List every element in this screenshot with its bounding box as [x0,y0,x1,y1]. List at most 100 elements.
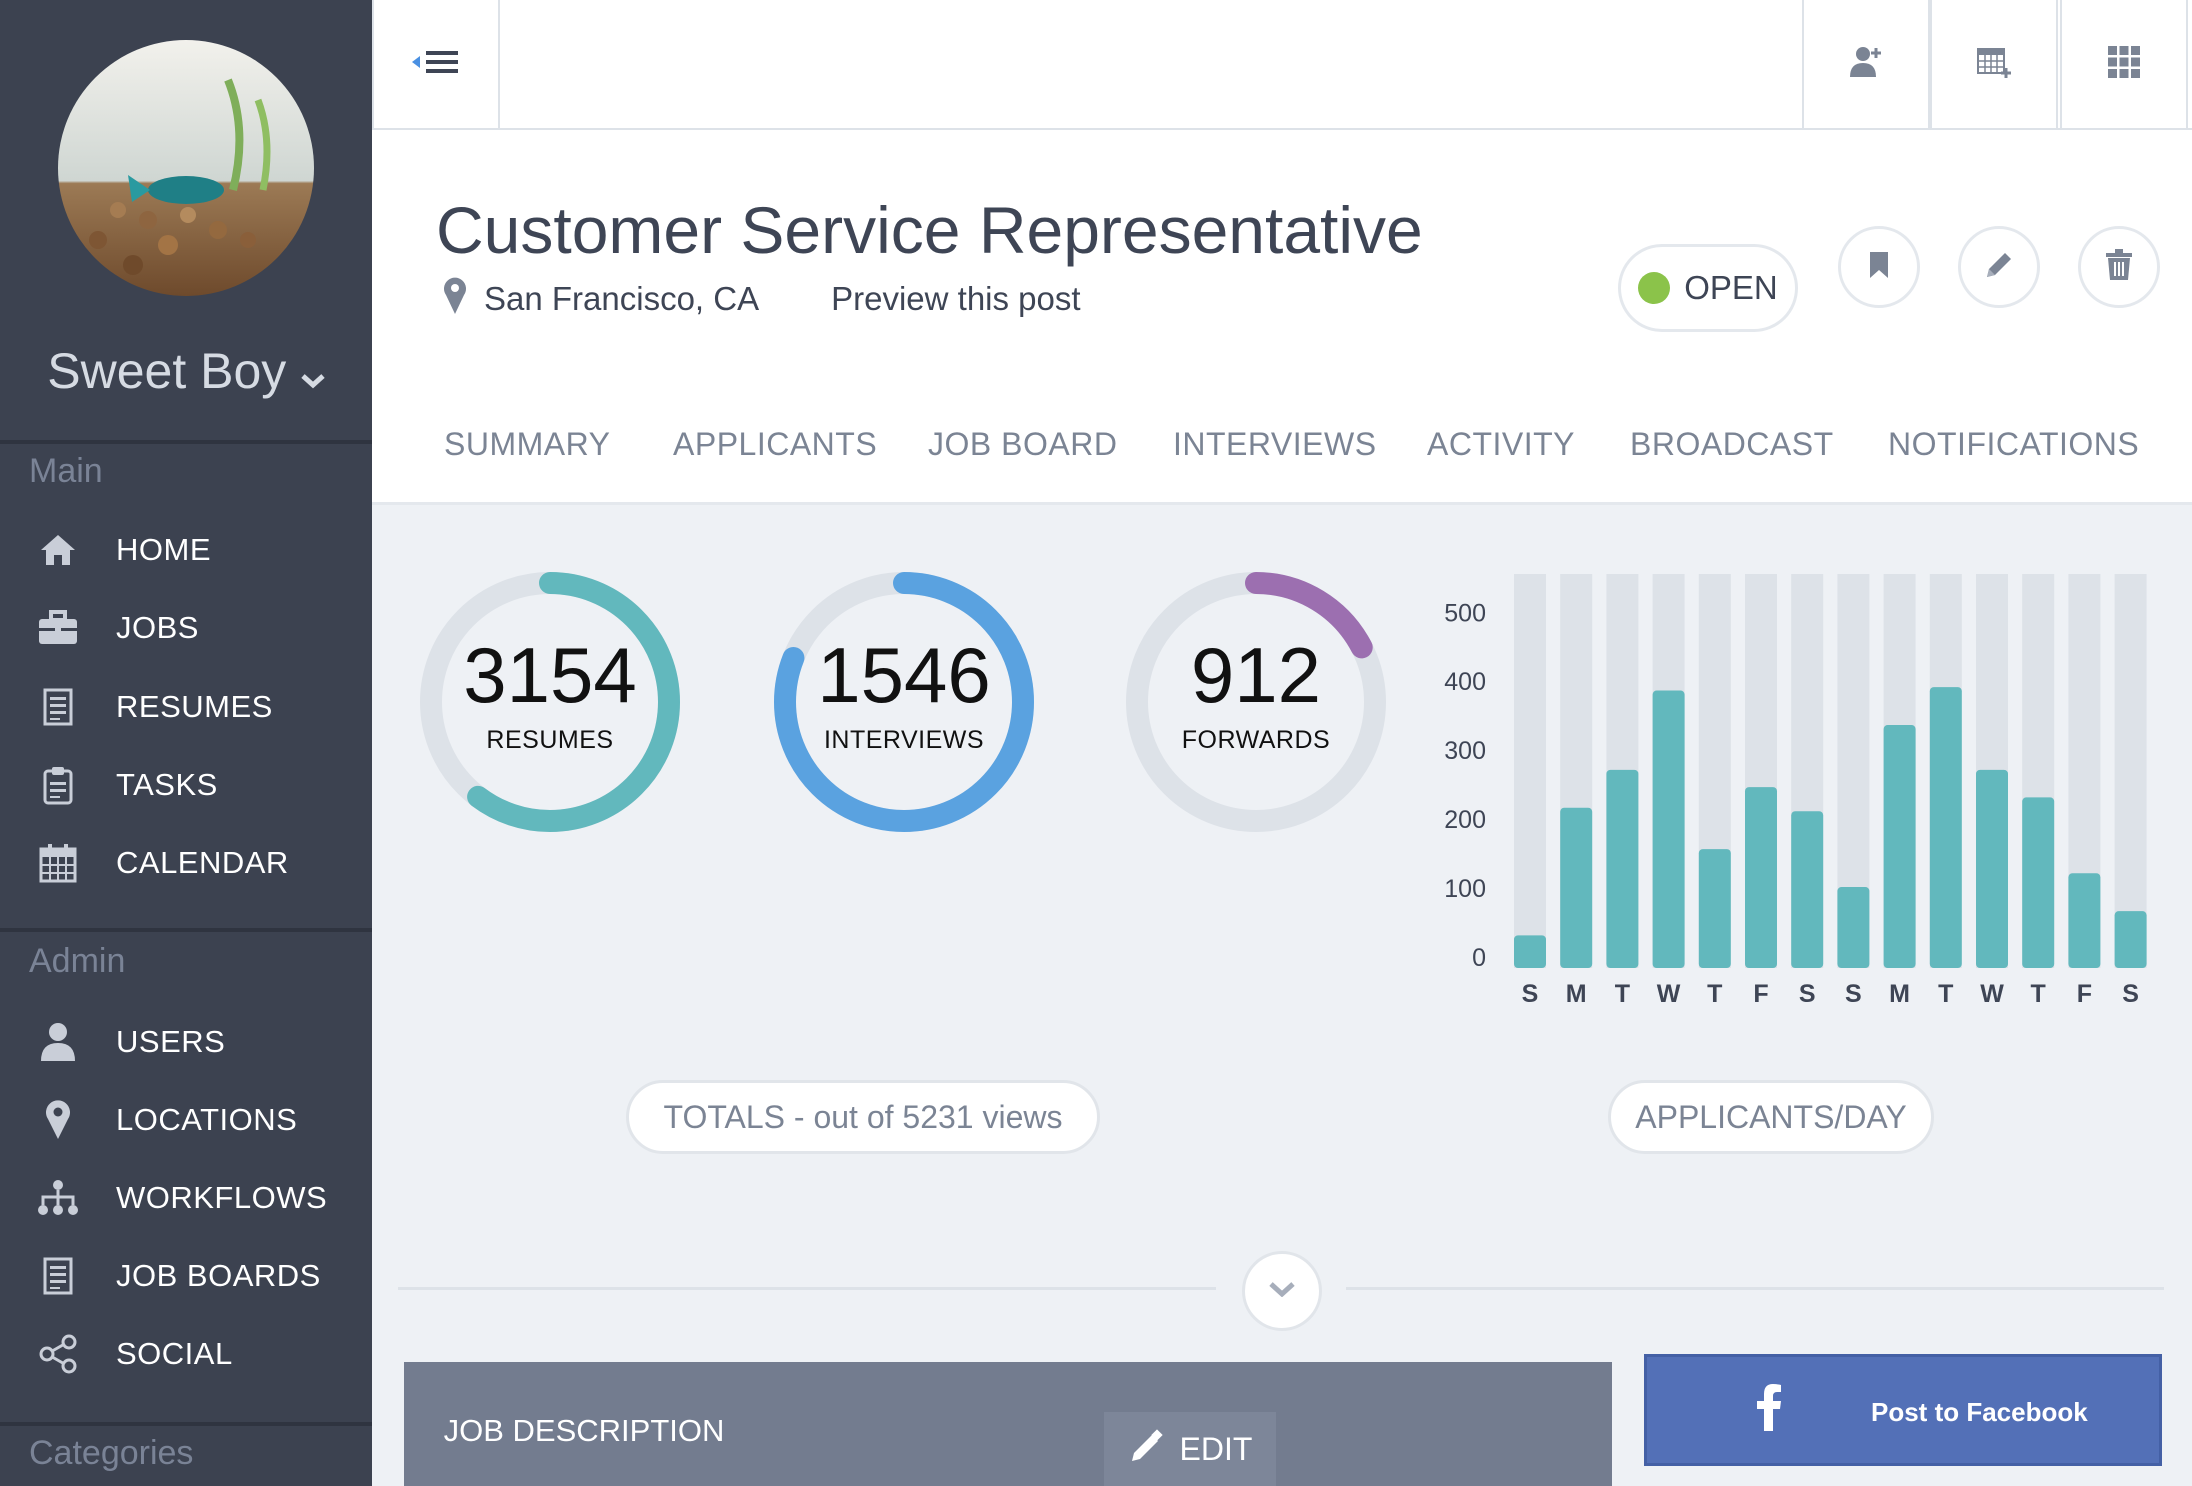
resumes-count: 3154 [463,631,637,719]
forwards-stat: 912 FORWARDS [1122,568,1390,836]
briefcase-icon [30,604,86,652]
job-description-title: JOB DESCRIPTION [443,1413,725,1448]
chevron-down-icon [1269,1281,1295,1302]
bar-track [2114,574,2147,968]
x-tick-label: M [1889,980,1910,1008]
sidebar-item-label: HOME [116,532,211,567]
status-badge[interactable]: OPEN [1618,244,1798,332]
sidebar-item-social[interactable]: SOCIAL [0,1324,372,1384]
tab-notifications[interactable]: NOTIFICATIONS [1888,426,2139,463]
sidebar-item-locations[interactable]: LOCATIONS [0,1090,372,1150]
y-tick-label: 0 [1472,944,1486,972]
avatar[interactable] [58,40,314,296]
edit-description-button[interactable]: EDIT [1104,1412,1276,1486]
menu-collapse-icon [410,47,462,82]
tab-summary[interactable]: SUMMARY [444,426,610,463]
edit-label: EDIT [1179,1430,1253,1467]
sidebar-item-label: TASKS [116,767,218,802]
status-label: OPEN [1684,269,1778,306]
sidebar-item-resumes[interactable]: RESUMES [0,677,372,737]
x-tick-label: F [1753,980,1768,1008]
add-user-button[interactable] [1802,0,1930,128]
trash-icon [2105,248,2133,286]
sidebar-item-home[interactable]: HOME [0,520,372,580]
apps-grid-button[interactable] [2060,0,2188,128]
add-calendar-icon [1976,44,2012,85]
sidebar-item-label: CALENDAR [116,845,289,880]
post-to-facebook-button[interactable]: Post to Facebook [1644,1354,2162,1466]
add-calendar-button[interactable] [1930,0,2058,128]
preview-post-link[interactable]: Preview this post [831,280,1080,318]
sidebar-item-tasks[interactable]: TASKS [0,755,372,815]
section-divider [1346,1287,2164,1290]
sidebar-item-jobs[interactable]: JOBS [0,598,372,658]
section-categories-heading: Categories [29,1434,194,1472]
tab-broadcast[interactable]: BROADCAST [1630,426,1834,463]
sitemap-icon [30,1174,86,1222]
sidebar-divider [0,440,372,444]
forwards-count: 912 [1190,631,1322,719]
x-tick-label: W [1980,980,2004,1008]
sidebar-item-label: LOCATIONS [116,1102,298,1137]
user-menu[interactable]: Sweet Boy [0,342,372,400]
section-divider [398,1287,1216,1290]
section-admin-heading: Admin [29,942,126,980]
tab-job-board[interactable]: JOB BOARD [928,426,1117,463]
facebook-label: Post to Facebook [1871,1397,2088,1427]
job-header: Customer Service Representative San Fran… [372,130,2192,505]
x-tick-label: W [1657,980,1681,1008]
x-tick-label: T [1615,980,1630,1008]
section-main-heading: Main [29,452,103,490]
calendar-icon [30,839,86,887]
expand-button[interactable] [1242,1251,1322,1331]
sidebar-item-calendar[interactable]: CALENDAR [0,833,372,893]
resumes-stat: 3154 RESUMES [416,568,684,836]
grid-icon [2107,45,2141,84]
forwards-label: FORWARDS [1181,726,1331,754]
sidebar-item-job-boards[interactable]: JOB BOARDS [0,1246,372,1306]
applicants-per-day-chart: 0100200300400500S M T W T F S S M T W T F S [1444,574,2147,1008]
facebook-icon [1755,1383,1783,1436]
bar [1698,849,1731,968]
tab-activity[interactable]: ACTIVITY [1427,426,1575,463]
bookmark-button[interactable] [1838,226,1920,308]
bar [1976,769,2008,968]
user-icon [30,1018,86,1066]
tab-interviews[interactable]: INTERVIEWS [1173,426,1377,463]
bar [1883,725,1916,968]
user-name: Sweet Boy [47,343,287,399]
bar [1514,935,1546,968]
document-icon [30,683,86,731]
y-tick-label: 100 [1444,875,1486,903]
x-tick-label: T [2031,980,2046,1008]
sidebar-divider [0,928,372,932]
y-tick-label: 400 [1444,668,1486,696]
status-dot [1638,272,1671,304]
applicants-per-day-button[interactable]: APPLICANTS/DAY [1608,1080,1934,1154]
menu-collapse-button[interactable] [372,0,500,128]
job-location: San Francisco, CA [484,279,760,317]
y-tick-label: 500 [1444,599,1486,627]
x-tick-label: S [1799,980,1816,1008]
sidebar-item-workflows[interactable]: WORKFLOWS [0,1168,372,1228]
topbar [372,0,2192,130]
sidebar-item-label: USERS [116,1024,226,1059]
interviews-stat: 1546 INTERVIEWS [770,568,1038,836]
document-icon [30,1252,86,1300]
bar [1837,887,1870,968]
edit-job-button[interactable] [1958,226,2040,308]
x-tick-label: F [2077,980,2092,1008]
tab-applicants[interactable]: APPLICANTS [673,426,877,463]
totals-button[interactable]: TOTALS - out of 5231 views [626,1080,1100,1154]
delete-job-button[interactable] [2078,226,2160,308]
bar [2114,911,2147,968]
chevron-down-icon [301,373,325,394]
sidebar-item-label: SOCIAL [116,1336,233,1371]
sidebar-item-users[interactable]: USERS [0,1012,372,1072]
x-tick-label: S [2122,980,2139,1008]
bar [1791,811,1824,968]
sidebar: Sweet Boy Main HOME JOBS RESUMES TASKS C… [0,0,372,1486]
sidebar-item-label: JOB BOARDS [116,1258,321,1293]
x-tick-label: S [1522,980,1539,1008]
page-title: Customer Service Representative [436,193,1423,267]
